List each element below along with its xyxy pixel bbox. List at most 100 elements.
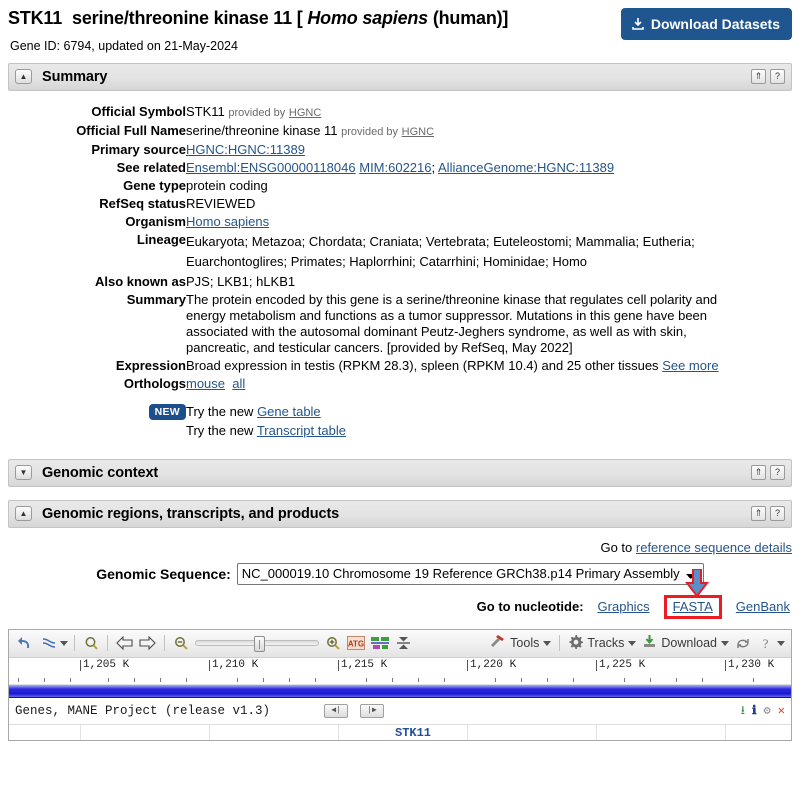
see-related-link-mim[interactable]: MIM:602216 [359,160,431,175]
info-icon[interactable]: ℹ [752,705,757,717]
chevron-down-icon [628,640,637,646]
value-gene-type: protein coding [186,177,268,193]
value-primary-source: HGNC:HGNC:11389 [186,141,792,159]
download-icon[interactable]: ⭳ [741,705,745,717]
toolbar-divider [74,635,75,652]
page-last-icon[interactable]: |▶ [360,703,385,718]
collapse-tracks-icon[interactable] [393,632,413,654]
expression-see-more-link[interactable]: See more [662,358,718,373]
download-label: Download [661,636,717,651]
genomic-regions-section-title: Genomic regions, transcripts, and produc… [42,505,340,522]
value-organism: Homo sapiens [186,213,792,231]
undo-arrow-icon[interactable] [15,632,36,654]
track-action-icons: ⭳ ℹ ⚙ ✕ [741,705,785,717]
summary-row-lineage: Lineage Eukaryota; Metazoa; Chordata; Cr… [8,231,792,273]
goto-prefix: Go to [600,539,633,555]
genomic-context-section-title: Genomic context [42,464,159,481]
try-new-tables: Try the new Gene table Try the new Trans… [186,393,792,441]
close-icon[interactable]: ✕ [778,705,785,717]
page-first-icon[interactable]: ◀| [324,703,349,718]
ruler-tick-4: 1,225 K [595,658,646,671]
down-arrow-annotation-icon [684,567,710,599]
new-badge: NEW [148,403,186,421]
summary-row-organism: Organism Homo sapiens [8,213,792,231]
chevron-down-icon [721,640,729,646]
value-orthologs: mouse all [186,375,792,393]
orthologs-all-link[interactable]: all [232,376,245,391]
zoom-slider-track[interactable] [195,636,319,653]
chevron-down-icon [543,640,552,646]
zoom-slider-thumb[interactable] [254,636,265,653]
download-datasets-button[interactable]: Download Datasets [620,8,792,40]
question-mark-icon[interactable]: ? [770,506,785,522]
official-symbol-provided-by: provided by [228,106,286,119]
genomic-context-header-icons: ⇑ ? [751,465,785,481]
double-chevron-up-icon[interactable]: ⇑ [751,465,766,481]
primary-source-link[interactable]: HGNC:HGNC:11389 [186,142,305,157]
try-transcript-table-line: Try the new Transcript table [186,421,792,440]
ruler-tick-3: 1,220 K [466,658,517,671]
nucleotide-graphics-link[interactable]: Graphics [598,599,650,614]
orthologs-mouse-link[interactable]: mouse [186,376,225,391]
zoom-slider[interactable] [195,636,319,653]
toolbar-divider [164,635,165,652]
official-full-name-source-link[interactable]: HGNC [402,126,434,138]
value-official-symbol: STK11 provided by HGNC [186,103,792,122]
label-expression: Expression [115,357,186,373]
flip-strands-icon[interactable] [38,632,58,654]
gene-symbol: STK11 [8,8,63,28]
label-primary-source: Primary source [91,141,186,157]
organism-link[interactable]: Homo sapiens [186,214,269,229]
right-arrow-icon[interactable] [137,632,158,654]
summary-row-official-full-name: Official Full Name serine/threonine kina… [8,122,792,141]
help-caret-icon[interactable] [777,640,785,646]
summary-row-summary-text: Summary The protein encoded by this gene… [8,291,792,357]
double-chevron-up-icon[interactable]: ⇑ [751,69,766,85]
gear-icon[interactable]: ⚙ [764,705,771,717]
official-symbol-source-link[interactable]: HGNC [289,107,321,119]
zoom-in-icon[interactable] [323,632,343,654]
sequence-viewer-ruler[interactable]: 1,205 K 1,210 K 1,215 K 1,220 K 1,225 K … [9,657,791,685]
question-mark-icon[interactable]: ? [755,632,775,654]
nucleotide-fasta-link[interactable]: FASTA [673,599,713,614]
triangle-up-icon[interactable]: ▲ [15,69,32,85]
magnifier-icon[interactable] [81,632,101,654]
toolbar-divider [107,635,108,652]
left-arrow-icon[interactable] [114,632,135,654]
page-title: STK11 serine/threonine kinase 11 [ Homo s… [8,8,621,30]
gene-table-link[interactable]: Gene table [257,404,321,419]
zoom-out-icon[interactable] [171,632,191,654]
summary-row-new-tables: NEW Try the new Gene table Try the new T… [8,393,792,441]
see-related-link-alliancegenome[interactable]: AllianceGenome:HGNC:11389 [438,160,614,175]
genomic-regions-section-header[interactable]: ▲ Genomic regions, transcripts, and prod… [8,499,792,528]
flip-strands-caret-icon[interactable] [60,640,68,646]
tracks-menu[interactable]: Tracks [566,632,638,654]
genes-track-row: Genes, MANE Project (release v1.3) ◀| |▶… [9,697,791,724]
download-menu[interactable]: Download [640,632,731,654]
double-chevron-up-icon[interactable]: ⇑ [751,506,766,522]
ruler-tick-0: 1,205 K [79,658,130,671]
sequence-overview-bar[interactable] [9,684,791,698]
summary-section-header[interactable]: ▲ Summary ⇑ ? [8,62,792,91]
tools-menu[interactable]: Tools [488,632,553,654]
nucleotide-genbank-link[interactable]: GenBank [736,599,790,614]
summary-header-icons: ⇑ ? [751,69,785,85]
refresh-icon[interactable] [733,632,753,654]
triangle-up-icon[interactable]: ▲ [15,506,32,522]
genomic-context-section-header[interactable]: ▼ Genomic context ⇑ ? [8,458,792,487]
gene-feature-row[interactable]: STK11 [9,723,791,740]
genomic-sequence-select[interactable]: NC_000019.10 Chromosome 19 Reference GRC… [236,562,704,585]
triangle-down-icon[interactable]: ▼ [15,465,32,481]
summary-row-see-related: See related Ensembl:ENSG00000118046 MIM:… [8,159,792,177]
label-orthologs: Orthologs [123,375,186,391]
summary-row-orthologs: Orthologs mouse all [8,375,792,393]
reference-sequence-details-link[interactable]: reference sequence details [636,540,792,555]
expression-text: Broad expression in testis (RPKM 28.3), … [186,357,659,373]
question-mark-icon[interactable]: ? [770,465,785,481]
question-mark-icon[interactable]: ? [770,69,785,85]
alignment-track-icon[interactable] [369,632,391,654]
atg-codon-icon[interactable]: ATG [345,632,367,654]
see-related-link-ensembl[interactable]: Ensembl:ENSG00000118046 [186,160,356,175]
transcript-table-link[interactable]: Transcript table [257,423,346,438]
summary-table: Official Symbol STK11 provided by HGNC O… [8,103,792,441]
